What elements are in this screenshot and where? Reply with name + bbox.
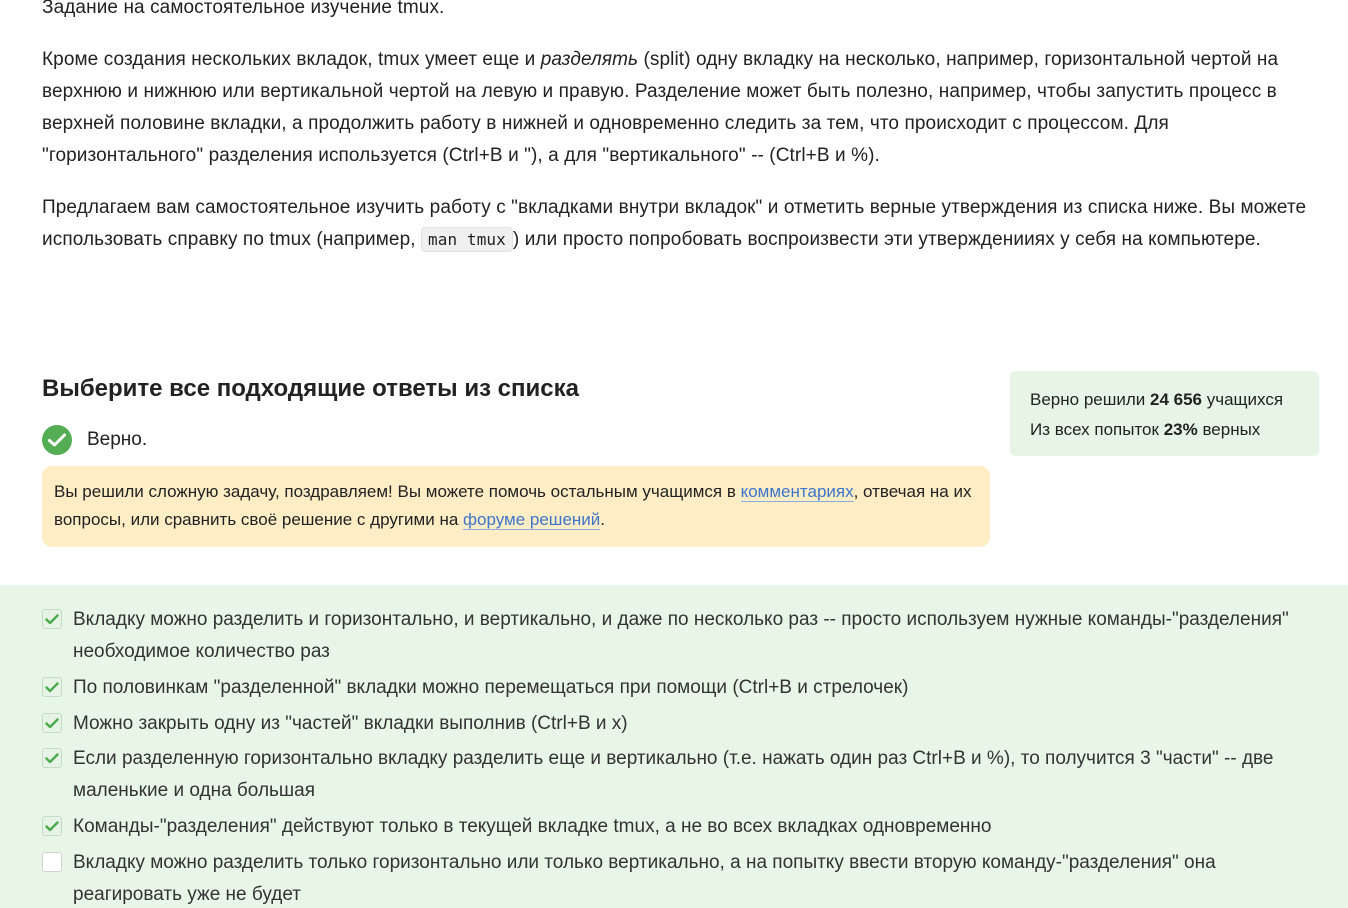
emphasis-text: разделять (540, 49, 639, 70)
page: Задание на самостоятельное изучение tmux… (0, 0, 1348, 908)
option-checkbox[interactable] (42, 609, 62, 629)
checkmark-icon (45, 681, 59, 692)
option-text: Вкладку можно разделить только горизонта… (73, 852, 1216, 905)
option-checkbox[interactable] (42, 748, 62, 768)
checkmark-icon (45, 752, 59, 763)
text-span: . (600, 510, 606, 529)
verdict: Верно. (42, 424, 147, 456)
checkmark-icon (45, 717, 59, 728)
success-percent: 23% (1163, 420, 1198, 439)
text-span: Вы решили сложную задачу, поздравляем! В… (54, 482, 741, 501)
lesson-paragraph-split: Кроме создания нескольких вкладок, tmux … (42, 44, 1322, 172)
lesson-text: Задание на самостоятельное изучение tmux… (42, 0, 1322, 276)
option-checkbox[interactable] (42, 677, 62, 697)
lesson-paragraph-intro: Задание на самостоятельное изучение tmux… (42, 0, 445, 18)
text-span: ) или просто попробовать воспроизвести э… (512, 229, 1261, 250)
text-span: верных (1197, 420, 1261, 439)
checkmark-icon (45, 820, 59, 831)
answer-option[interactable]: Если разделенную горизонтально вкладку р… (42, 743, 1312, 807)
text-span: учащихся (1202, 390, 1284, 409)
option-text: Вкладку можно разделить и горизонтально,… (73, 609, 1289, 662)
inline-code: man tmux (421, 227, 513, 252)
comments-link[interactable]: комментариях (740, 482, 854, 502)
answer-option[interactable]: Команды-"разделения" действуют только в … (42, 811, 1312, 843)
check-circle-icon (42, 425, 72, 455)
text-span: Из всех попыток (1030, 420, 1164, 439)
solved-count: 24 656 (1150, 390, 1202, 409)
answer-options: Вкладку можно разделить и горизонтально,… (0, 585, 1348, 908)
solve-stats: Верно решили 24 656 учащихся Из всех поп… (1010, 371, 1319, 456)
option-checkbox[interactable] (42, 852, 62, 872)
quiz-title: Выберите все подходящие ответы из списка (42, 375, 579, 402)
option-checkbox[interactable] (42, 713, 62, 733)
option-text: Можно закрыть одну из "частей" вкладки в… (73, 713, 628, 734)
checkmark-icon (45, 613, 59, 624)
answer-option[interactable]: Можно закрыть одну из "частей" вкладки в… (42, 708, 1312, 740)
answer-option[interactable]: Вкладку можно разделить и горизонтально,… (42, 604, 1312, 668)
lesson-paragraph-task: Предлагаем вам самостоятельное изучить р… (42, 192, 1322, 256)
option-checkbox[interactable] (42, 816, 62, 836)
congrats-notice: Вы решили сложную задачу, поздравляем! В… (42, 466, 990, 547)
option-text: Команды-"разделения" действуют только в … (73, 816, 992, 837)
option-text: По половинкам "разделенной" вкладки можн… (73, 677, 909, 698)
answer-option[interactable]: Вкладку можно разделить только горизонта… (42, 847, 1312, 908)
answer-option[interactable]: По половинкам "разделенной" вкладки можн… (42, 672, 1312, 704)
text-span: Кроме создания нескольких вкладок, tmux … (42, 49, 541, 70)
verdict-text: Верно. (87, 429, 148, 450)
text-span: Верно решили (1030, 390, 1150, 409)
solutions-forum-link[interactable]: форуме решений (463, 510, 601, 530)
stats-solved-line: Верно решили 24 656 учащихся (1030, 385, 1299, 415)
option-text: Если разделенную горизонтально вкладку р… (73, 748, 1274, 801)
stats-percent-line: Из всех попыток 23% верных (1030, 415, 1299, 445)
